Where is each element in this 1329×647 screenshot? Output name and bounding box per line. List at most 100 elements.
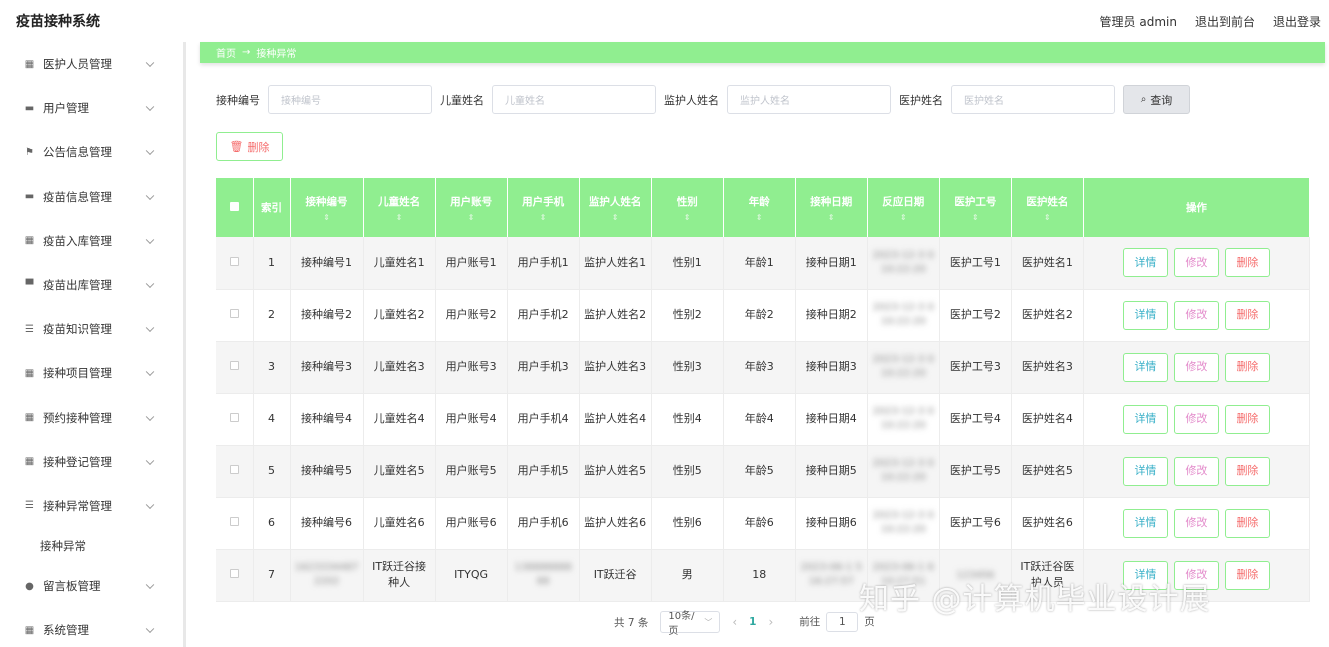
cell-value: 2 <box>268 308 276 322</box>
cell-value: 年龄6 <box>744 516 774 530</box>
table-cell: 2023-12-3 0 10:22:20 <box>867 341 940 394</box>
table-cell: 接种编号2 <box>290 289 364 342</box>
search-input[interactable]: 儿童姓名 <box>492 85 656 114</box>
grid-icon: ▦ <box>24 412 35 424</box>
sidebar-item[interactable]: ▦ 接种登记管理 <box>0 440 183 484</box>
sidebar-item[interactable]: ▦ 接种项目管理 <box>0 351 183 395</box>
search-input[interactable]: 监护人姓名 <box>727 85 891 114</box>
sidebar-item[interactable]: ▦ 预约接种管理 <box>0 396 183 440</box>
row-checkbox[interactable] <box>229 413 239 423</box>
edit-button[interactable]: 修改 <box>1173 352 1219 382</box>
table-cell: 1623334487 2202 <box>290 549 364 602</box>
row-checkbox[interactable] <box>229 517 239 527</box>
column-header[interactable]: 年龄 ⇕ <box>723 178 796 237</box>
sidebar-item[interactable]: ▬ 疫苗信息管理 <box>0 175 183 219</box>
table-cell: 用户手机5 <box>507 445 580 498</box>
cell-value: 用户账号5 <box>445 464 497 478</box>
cell-value: 年龄5 <box>744 464 774 478</box>
cell-value: 用户手机5 <box>517 464 569 478</box>
column-header-label: 医护姓名 <box>1026 195 1069 208</box>
detail-button[interactable]: 详情 <box>1122 508 1168 538</box>
column-header[interactable]: 反应日期 ⇕ <box>867 178 940 237</box>
cell-value: 性别5 <box>672 464 702 478</box>
delete-button[interactable]: 删除 <box>1224 248 1270 278</box>
column-header[interactable]: 接种编号 ⇕ <box>290 178 364 237</box>
table-cell: 2023-12-3 0 10:22:20 <box>867 393 940 446</box>
sidebar-item[interactable]: ● 留言板管理 <box>0 564 183 608</box>
column-header[interactable]: 医护工号 ⇕ <box>939 178 1012 237</box>
logout-link[interactable]: 退出登录 <box>1273 13 1321 30</box>
query-button[interactable]: ⌕ 查询 <box>1123 85 1190 114</box>
search-input[interactable]: 医护姓名 <box>951 85 1115 114</box>
sidebar-item[interactable]: ▦ 医护人员管理 <box>0 42 183 86</box>
goto-prefix: 前往 <box>799 616 821 628</box>
sidebar-item-label: 疫苗知识管理 <box>43 322 112 337</box>
edit-button[interactable]: 修改 <box>1173 248 1219 278</box>
delete-button[interactable]: 删除 <box>1224 560 1270 590</box>
page-number-current[interactable]: 1 <box>749 616 756 628</box>
sidebar-item-label: 预约接种管理 <box>43 410 112 425</box>
sidebar-item[interactable]: ▦ 疫苗入库管理 <box>0 219 183 263</box>
sidebar-item[interactable]: ☰ 疫苗知识管理 <box>0 307 183 351</box>
cell-value: 医护姓名5 <box>1021 464 1073 478</box>
flag-icon: ⚑ <box>25 146 34 158</box>
delete-button[interactable]: 删除 <box>1224 456 1270 486</box>
table-cell: 2023-06-1 5 16:27:57 <box>795 549 868 602</box>
sidebar-subitem-vaccination-exception[interactable]: 接种异常 <box>0 528 183 564</box>
chevron-down-icon <box>145 102 155 112</box>
column-header[interactable]: 用户账号 ⇕ <box>435 178 508 237</box>
exit-to-front-link[interactable]: 退出到前台 <box>1195 13 1255 30</box>
detail-button[interactable]: 详情 <box>1122 300 1168 330</box>
cell-value: 监护人姓名6 <box>584 516 647 530</box>
sidebar-item[interactable]: ▦ 系统管理 <box>0 608 183 647</box>
breadcrumb-home[interactable]: 首页 <box>216 45 236 60</box>
sidebar-item[interactable]: ▬ 用户管理 <box>0 86 183 130</box>
goto-page-input[interactable]: 1 <box>826 612 859 632</box>
row-checkbox[interactable] <box>229 361 239 371</box>
edit-button[interactable]: 修改 <box>1173 300 1219 330</box>
sidebar-item[interactable]: ⚑ 公告信息管理 <box>0 130 183 174</box>
detail-button[interactable]: 详情 <box>1122 352 1168 382</box>
edit-button[interactable]: 修改 <box>1173 404 1219 434</box>
delete-button[interactable]: 删除 <box>1224 404 1270 434</box>
table-cell: 2023-12-3 0 10:22:20 <box>867 237 940 290</box>
table-cell: 男 <box>651 549 724 602</box>
row-checkbox[interactable] <box>229 465 239 475</box>
detail-button[interactable]: 详情 <box>1122 456 1168 486</box>
cell-value: 接种编号5 <box>301 464 353 478</box>
delete-button[interactable]: 删除 <box>1224 508 1270 538</box>
sidebar-item[interactable]: ▀ 疫苗出库管理 <box>0 263 183 307</box>
row-checkbox[interactable] <box>229 309 239 319</box>
cell-value: 儿童姓名5 <box>373 464 425 478</box>
table-cell: 医护工号4 <box>939 393 1012 446</box>
search-icon: ⌕ <box>1140 94 1147 105</box>
row-checkbox[interactable] <box>229 569 239 579</box>
column-header-label: 反应日期 <box>882 195 925 208</box>
column-header[interactable]: 用户手机 ⇕ <box>507 178 580 237</box>
row-checkbox[interactable] <box>229 256 239 266</box>
column-header[interactable]: 监护人姓名 ⇕ <box>579 178 652 237</box>
briefcase-icon: ▬ <box>24 191 35 203</box>
column-header[interactable]: 医护姓名 ⇕ <box>1011 178 1084 237</box>
column-header[interactable]: 儿童姓名 ⇕ <box>363 178 436 237</box>
select-all-checkbox[interactable] <box>229 201 239 211</box>
batch-delete-button[interactable]: 🗑 删除 <box>216 132 283 161</box>
edit-button[interactable]: 修改 <box>1173 508 1219 538</box>
cell-value: 2023-12-3 0 10:22:20 <box>872 458 934 483</box>
column-header[interactable]: 性别 ⇕ <box>651 178 724 237</box>
next-page-button[interactable]: › <box>768 615 773 629</box>
edit-button[interactable]: 修改 <box>1173 456 1219 486</box>
delete-button[interactable]: 删除 <box>1224 352 1270 382</box>
page-size-select[interactable]: 10条/页 ﹀ <box>660 611 721 637</box>
table-cell: 监护人姓名6 <box>579 497 652 550</box>
column-header[interactable]: 接种日期 ⇕ <box>795 178 868 237</box>
row-actions: 详情 修改 删除 <box>1088 456 1305 486</box>
detail-button[interactable]: 详情 <box>1122 248 1168 278</box>
prev-page-button[interactable]: ‹ <box>732 615 737 629</box>
grid-icon: ▦ <box>24 235 35 247</box>
table-cell: 医护工号1 <box>939 237 1012 290</box>
delete-button[interactable]: 删除 <box>1224 300 1270 330</box>
search-input[interactable]: 接种编号 <box>268 85 432 114</box>
sidebar-item[interactable]: ☰ 接种异常管理 <box>0 484 183 528</box>
detail-button[interactable]: 详情 <box>1122 404 1168 434</box>
